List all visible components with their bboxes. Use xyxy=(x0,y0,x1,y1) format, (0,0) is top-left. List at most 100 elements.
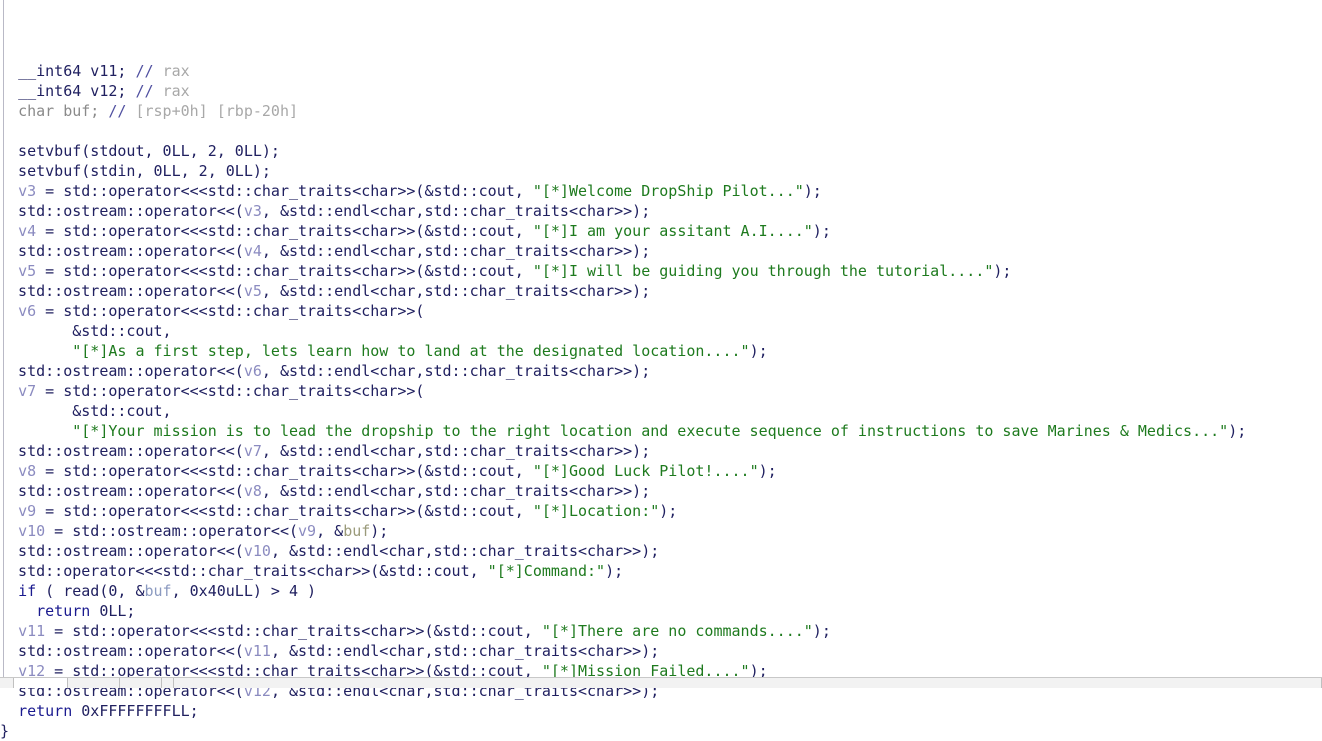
code-line[interactable]: std::ostream::operator<<(v4, &std::endl<… xyxy=(0,241,1322,261)
code-line[interactable]: return 0xFFFFFFFFLL; xyxy=(0,701,1322,721)
code-line[interactable]: std::ostream::operator<<(v3, &std::endl<… xyxy=(0,201,1322,221)
code-token-func: = std::operator<<<std::char_traits<char>… xyxy=(36,262,533,280)
code-line[interactable]: v11 = std::operator<<<std::char_traits<c… xyxy=(0,621,1322,641)
code-token-lvar-d: __int64 v11; xyxy=(18,62,136,80)
code-token-brace: } xyxy=(0,722,10,740)
code-token-plain: ); xyxy=(812,622,831,640)
code-line[interactable]: char buf; // [rsp+0h] [rbp-20h] xyxy=(0,101,1322,121)
code-token-lvar: v3 xyxy=(18,182,37,200)
code-token-func: = std::operator<<<std::char_traits<char>… xyxy=(36,222,533,240)
code-token-str: "[*]Your mission is to lead the dropship… xyxy=(72,422,1229,440)
code-line[interactable]: v10 = std::ostream::operator<<(v9, &buf)… xyxy=(0,521,1322,541)
code-token-cmt: // xyxy=(135,82,163,100)
code-line[interactable]: std::ostream::operator<<(v7, &std::endl<… xyxy=(0,441,1322,461)
code-token-func: = std::operator<<<std::char_traits<char>… xyxy=(36,382,425,400)
code-line[interactable]: v9 = std::operator<<<std::char_traits<ch… xyxy=(0,501,1322,521)
code-line[interactable]: v3 = std::operator<<<std::char_traits<ch… xyxy=(0,181,1322,201)
code-line[interactable]: v4 = std::operator<<<std::char_traits<ch… xyxy=(0,221,1322,241)
code-token-func: std::ostream::operator<<( xyxy=(0,442,244,460)
code-line[interactable] xyxy=(0,121,1322,141)
code-line[interactable]: std::ostream::operator<<(v6, &std::endl<… xyxy=(0,361,1322,381)
code-token-func: = std::operator<<<std::char_traits<char>… xyxy=(36,302,425,320)
code-token-lvar: v5 xyxy=(18,262,37,280)
code-area[interactable]: __int64 v11; // rax __int64 v12; // rax … xyxy=(0,0,1322,741)
code-token-func: setvbuf(stdin, 0LL, 2, 0LL); xyxy=(0,162,271,180)
code-line[interactable]: setvbuf(stdout, 0LL, 2, 0LL); xyxy=(0,141,1322,161)
code-line[interactable]: __int64 v12; // rax xyxy=(0,81,1322,101)
code-token-func: 0xFFFFFFFFLL; xyxy=(72,702,199,720)
code-line[interactable]: setvbuf(stdin, 0LL, 2, 0LL); xyxy=(0,161,1322,181)
code-token-cmt-txt: rax xyxy=(162,62,190,80)
code-line[interactable]: v5 = std::operator<<<std::char_traits<ch… xyxy=(0,261,1322,281)
code-line[interactable]: std::ostream::operator<<(v8, &std::endl<… xyxy=(0,481,1322,501)
code-token-func: , &std::endl<char,std::char_traits<char>… xyxy=(261,282,651,300)
code-token-func: = std::operator<<<std::char_traits<char>… xyxy=(36,502,533,520)
code-token-lvar: v11 xyxy=(243,642,271,660)
pseudocode-view[interactable]: __int64 v11; // rax __int64 v12; // rax … xyxy=(0,0,1322,740)
bottom-tab[interactable] xyxy=(14,678,68,688)
code-token-func: = std::operator<<<std::char_traits<char>… xyxy=(36,182,533,200)
bottom-tab[interactable] xyxy=(162,678,174,688)
code-line[interactable]: __int64 v11; // rax xyxy=(0,61,1322,81)
code-token-lvar: v6 xyxy=(18,302,37,320)
code-token-func: , & xyxy=(316,522,344,540)
code-token-func: std::ostream::operator<<( xyxy=(0,482,244,500)
bottom-tab[interactable] xyxy=(68,678,120,688)
code-token-buf: buf xyxy=(343,522,371,540)
code-line[interactable]: if ( read(0, &buf, 0x40uLL) > 4 ) xyxy=(0,581,1322,601)
code-line[interactable]: &std::cout, xyxy=(0,401,1322,421)
code-token-lvar: v7 xyxy=(18,382,37,400)
bottom-tab[interactable] xyxy=(120,678,162,688)
code-line[interactable]: "[*]As a first step, lets learn how to l… xyxy=(0,341,1322,361)
code-line[interactable]: "[*]Your mission is to lead the dropship… xyxy=(0,421,1322,441)
code-line[interactable]: &std::cout, xyxy=(0,321,1322,341)
code-line[interactable]: } xyxy=(0,721,1322,741)
code-token-cmt-txt: [rsp+0h] [rbp-20h] xyxy=(135,102,299,120)
code-token-str: "[*]I will be guiding you through the tu… xyxy=(532,262,994,280)
code-token-plain: ); xyxy=(758,462,777,480)
code-token-lvar: v9 xyxy=(18,502,37,520)
code-line[interactable]: std::operator<<<std::char_traits<char>>(… xyxy=(0,561,1322,581)
code-token-func: , &std::endl<char,std::char_traits<char>… xyxy=(270,642,660,660)
code-token-lvar: v3 xyxy=(243,202,262,220)
bottom-tab[interactable] xyxy=(0,678,14,688)
code-token-cmt: // xyxy=(135,62,163,80)
code-line[interactable]: std::ostream::operator<<(v10, &std::endl… xyxy=(0,541,1322,561)
code-line[interactable]: std::ostream::operator<<(v11, &std::endl… xyxy=(0,641,1322,661)
code-token-lvar: v9 xyxy=(298,522,317,540)
code-token-lvar: v10 xyxy=(18,522,46,540)
code-token-gray: char buf; xyxy=(18,102,109,120)
code-token-func: , &std::endl<char,std::char_traits<char>… xyxy=(261,482,651,500)
code-token-keyword: return xyxy=(36,602,91,620)
code-token-func: , &std::endl<char,std::char_traits<char>… xyxy=(261,242,651,260)
code-token-keyword: if xyxy=(18,582,37,600)
code-token-str: "[*]I am your assitant A.I...." xyxy=(532,222,813,240)
code-line[interactable]: v8 = std::operator<<<std::char_traits<ch… xyxy=(0,461,1322,481)
code-line[interactable]: v6 = std::operator<<<std::char_traits<ch… xyxy=(0,301,1322,321)
bottom-tab[interactable] xyxy=(174,678,1322,688)
code-token-plain: ); xyxy=(605,562,624,580)
code-token-plain: ); xyxy=(1228,422,1247,440)
code-token-lvar: v7 xyxy=(243,442,262,460)
code-token-lvar: v8 xyxy=(243,482,262,500)
bottom-tab-bar[interactable] xyxy=(0,677,1322,688)
code-line[interactable]: return 0LL; xyxy=(0,601,1322,621)
code-token-func: std::ostream::operator<<( xyxy=(0,362,244,380)
code-token-plain: ); xyxy=(370,522,389,540)
code-token-func: std::ostream::operator<<( xyxy=(0,282,244,300)
code-token-lvar: v10 xyxy=(243,542,271,560)
code-token-str: "[*]Welcome DropShip Pilot..." xyxy=(532,182,804,200)
code-token-func: ( read(0, & xyxy=(36,582,145,600)
code-line[interactable]: std::ostream::operator<<(v5, &std::endl<… xyxy=(0,281,1322,301)
code-line[interactable]: v7 = std::operator<<<std::char_traits<ch… xyxy=(0,381,1322,401)
